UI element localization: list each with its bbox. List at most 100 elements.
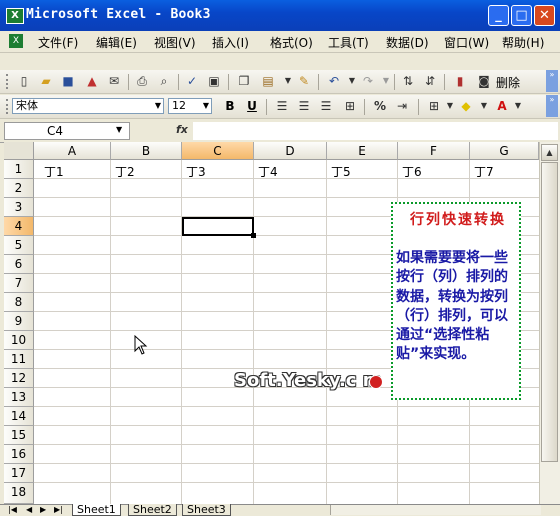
print-icon[interactable]: ⎙ — [134, 73, 150, 89]
row-header[interactable]: 13 — [4, 388, 34, 407]
menu-format[interactable]: 格式(O) — [270, 34, 313, 51]
merge-center-icon[interactable]: ⊞ — [342, 98, 358, 114]
column-header-g[interactable]: G — [470, 142, 539, 160]
fx-icon[interactable]: fx — [176, 123, 188, 136]
tab-sheet2[interactable]: Sheet2 — [128, 504, 177, 516]
open-icon[interactable]: ▰ — [38, 73, 54, 89]
row-header[interactable]: 10 — [4, 331, 34, 350]
formula-input[interactable] — [193, 122, 558, 140]
redo-dropdown-icon[interactable]: ▼ — [378, 73, 394, 89]
menu-window[interactable]: 窗口(W) — [444, 34, 489, 51]
column-header-e[interactable]: E — [327, 142, 398, 160]
row-header[interactable]: 11 — [4, 350, 34, 369]
camera-icon[interactable]: ◙ — [476, 73, 492, 89]
select-all-corner[interactable] — [4, 142, 34, 160]
chevron-down-icon[interactable]: ▼ — [201, 99, 211, 113]
redo-icon[interactable]: ↷ — [360, 73, 376, 89]
name-box[interactable]: C4 — [4, 122, 130, 140]
column-header-a[interactable]: A — [34, 142, 111, 160]
research-icon[interactable]: ▣ — [206, 73, 222, 89]
row-header[interactable]: 15 — [4, 426, 34, 445]
row-header[interactable]: 3 — [4, 198, 34, 217]
selected-cell-c4[interactable] — [182, 217, 254, 236]
increase-decimal-icon[interactable]: ⇥ — [394, 98, 410, 114]
row-header[interactable]: 17 — [4, 464, 34, 483]
align-center-icon[interactable]: ☰ — [296, 98, 312, 114]
cell-g1[interactable]: 丁7 — [474, 163, 494, 180]
font-color-icon[interactable]: A — [494, 98, 510, 114]
font-color-dropdown-icon[interactable]: ▼ — [510, 98, 526, 114]
bold-icon[interactable]: B — [222, 98, 238, 114]
print-preview-icon[interactable]: ⌕ — [156, 73, 172, 89]
format-painter-icon[interactable]: ✎ — [296, 73, 312, 89]
menu-tools[interactable]: 工具(T) — [328, 34, 369, 51]
column-header-d[interactable]: D — [254, 142, 327, 160]
toolbar-grip[interactable] — [6, 99, 11, 114]
fill-color-dropdown-icon[interactable]: ▼ — [476, 98, 492, 114]
minimize-button[interactable]: _ — [488, 5, 509, 26]
menu-view[interactable]: 视图(V) — [154, 34, 196, 51]
cell-c1[interactable]: 丁3 — [186, 163, 206, 180]
menu-file[interactable]: 文件(F) — [38, 34, 78, 51]
row-header[interactable]: 18 — [4, 483, 34, 504]
scroll-up-icon[interactable]: ▲ — [541, 144, 558, 161]
paste-icon[interactable]: ▤ — [260, 73, 276, 89]
save-icon[interactable]: ■ — [60, 73, 76, 89]
menu-data[interactable]: 数据(D) — [386, 34, 429, 51]
align-left-icon[interactable]: ☰ — [274, 98, 290, 114]
sort-ascending-icon[interactable]: ⇅ — [400, 73, 416, 89]
paste-dropdown-icon[interactable]: ▼ — [280, 73, 296, 89]
underline-icon[interactable]: U — [244, 98, 260, 114]
cell-b1[interactable]: 丁2 — [115, 163, 135, 180]
fill-handle[interactable] — [251, 233, 256, 238]
align-right-icon[interactable]: ☰ — [318, 98, 334, 114]
undo-dropdown-icon[interactable]: ▼ — [344, 73, 360, 89]
spelling-icon[interactable]: ✓ — [184, 73, 200, 89]
row-header[interactable]: 5 — [4, 236, 34, 255]
row-header[interactable]: 4 — [4, 217, 34, 236]
row-header[interactable]: 6 — [4, 255, 34, 274]
row-header[interactable]: 16 — [4, 445, 34, 464]
permission-icon[interactable]: ▲ — [84, 73, 100, 89]
menu-insert[interactable]: 插入(I) — [212, 34, 249, 51]
next-sheet-icon[interactable]: ▶ — [40, 505, 46, 514]
chart-icon[interactable]: ▮ — [452, 73, 468, 89]
scroll-thumb[interactable] — [541, 162, 558, 462]
column-header-c[interactable]: C — [182, 142, 254, 160]
row-header[interactable]: 14 — [4, 407, 34, 426]
delete-button[interactable]: 删除 — [496, 74, 520, 91]
row-header[interactable]: 12 — [4, 369, 34, 388]
tab-sheet1[interactable]: Sheet1 — [72, 504, 121, 516]
row-header[interactable]: 9 — [4, 312, 34, 331]
cell-f1[interactable]: 丁6 — [402, 163, 422, 180]
tab-sheet3[interactable]: Sheet3 — [182, 504, 231, 516]
chevron-down-icon[interactable]: ▼ — [116, 125, 122, 134]
first-sheet-icon[interactable]: |◀ — [8, 505, 17, 514]
font-name-select[interactable]: 宋体 — [12, 98, 164, 114]
fill-color-icon[interactable]: ◆ — [458, 98, 474, 114]
horizontal-scrollbar[interactable] — [330, 505, 541, 515]
percent-icon[interactable]: % — [372, 98, 388, 114]
borders-dropdown-icon[interactable]: ▼ — [442, 98, 458, 114]
sort-descending-icon[interactable]: ⇵ — [422, 73, 438, 89]
excel-app-icon[interactable]: X — [6, 8, 24, 24]
cell-a1[interactable]: 丁1 — [44, 163, 64, 180]
toolbar-options-icon[interactable]: » — [546, 70, 558, 92]
last-sheet-icon[interactable]: ▶| — [54, 505, 63, 514]
maximize-button[interactable]: □ — [511, 5, 532, 26]
cell-d1[interactable]: 丁4 — [258, 163, 278, 180]
email-icon[interactable]: ✉ — [106, 73, 122, 89]
chevron-down-icon[interactable]: ▼ — [153, 99, 163, 113]
copy-icon[interactable]: ❐ — [236, 73, 252, 89]
cell-e1[interactable]: 丁5 — [331, 163, 351, 180]
row-header[interactable]: 1 — [4, 160, 34, 179]
workbook-icon[interactable]: X — [9, 34, 23, 48]
menu-help[interactable]: 帮助(H) — [502, 34, 544, 51]
new-icon[interactable]: ▯ — [16, 73, 32, 89]
close-button[interactable]: ✕ — [534, 5, 555, 26]
toolbar-options-icon[interactable]: » — [546, 95, 558, 117]
row-header[interactable]: 7 — [4, 274, 34, 293]
row-header[interactable]: 2 — [4, 179, 34, 198]
prev-sheet-icon[interactable]: ◀ — [26, 505, 32, 514]
undo-icon[interactable]: ↶ — [326, 73, 342, 89]
